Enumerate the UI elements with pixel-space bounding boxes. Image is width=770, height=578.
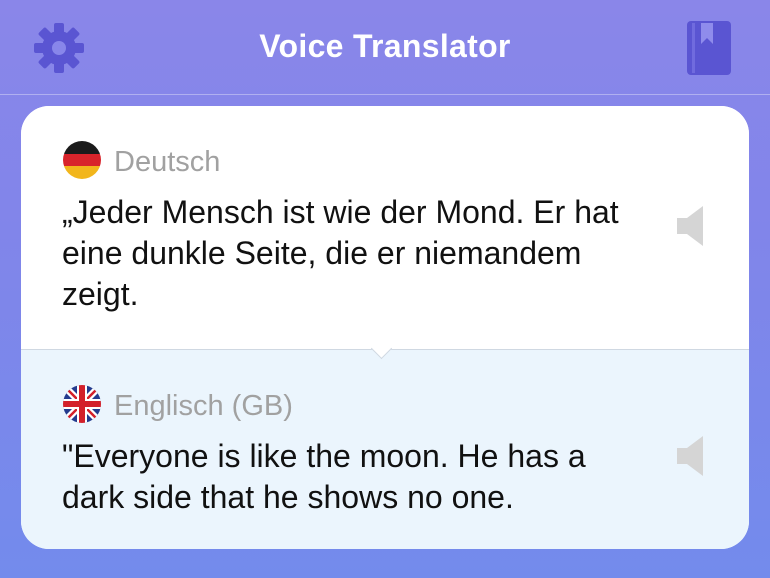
united-kingdom-flag-icon bbox=[63, 385, 101, 423]
source-speak-button[interactable] bbox=[675, 204, 707, 248]
app-header: Voice Translator bbox=[0, 0, 770, 95]
speaker-icon bbox=[677, 436, 703, 476]
target-language-label: Englisch (GB) bbox=[114, 390, 293, 422]
source-panel[interactable]: Deutsch „Jeder Mensch ist wie der Mond. … bbox=[21, 106, 749, 349]
source-language-label: Deutsch bbox=[114, 146, 221, 178]
germany-flag-icon bbox=[63, 141, 101, 179]
speaker-icon bbox=[677, 206, 703, 246]
page-title: Voice Translator bbox=[259, 28, 511, 64]
translation-card: Deutsch „Jeder Mensch ist wie der Mond. … bbox=[21, 106, 749, 549]
source-text: „Jeder Mensch ist wie der Mond. Er hat e… bbox=[62, 194, 619, 312]
phrasebook-button[interactable] bbox=[686, 20, 732, 76]
target-text: "Everyone is like the moon. He has a dar… bbox=[62, 438, 586, 515]
target-panel[interactable]: Englisch (GB) "Everyone is like the moon… bbox=[21, 349, 749, 549]
bookmark-book-icon bbox=[687, 21, 731, 75]
target-speak-button[interactable] bbox=[675, 434, 707, 478]
